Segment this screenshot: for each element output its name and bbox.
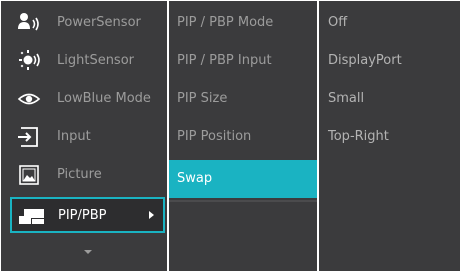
sub-item-pip-pbp-input[interactable]: PIP / PBP Input — [169, 42, 317, 80]
option-value-pip-size: Small — [319, 80, 460, 118]
option-label: Top-Right — [328, 129, 389, 144]
power-sensor-icon — [18, 13, 39, 31]
sub-item-pip-pbp-mode[interactable]: PIP / PBP Mode — [169, 4, 317, 42]
sub-item-label: PIP Position — [177, 129, 252, 144]
sub-item-label: PIP / PBP Mode — [177, 15, 274, 30]
option-value-pip-pbp-input: DisplayPort — [319, 42, 460, 80]
option-label: Off — [328, 15, 348, 30]
option-value-pip-pbp-mode: Off — [319, 4, 460, 42]
menu-item-label: Input — [57, 129, 91, 144]
sub-item-label: Swap — [177, 171, 213, 186]
input-icon — [18, 127, 38, 147]
picture-icon — [19, 165, 39, 185]
eye-icon — [17, 93, 41, 105]
sub-item-pip-size[interactable]: PIP Size — [169, 80, 317, 118]
sub-item-swap[interactable]: Swap — [169, 160, 317, 198]
sub-menu: PIP / PBP Mode PIP / PBP Input PIP Size … — [169, 1, 317, 271]
sub-item-label: PIP / PBP Input — [177, 53, 272, 68]
menu-item-input[interactable]: Input — [1, 118, 167, 156]
osd-menu: PowerSensor LightSensor LowBlue Mode Inp… — [0, 0, 461, 276]
menu-item-label: PIP/PBP — [58, 208, 107, 223]
menu-item-label: LowBlue Mode — [57, 91, 151, 106]
option-label: DisplayPort — [328, 53, 402, 68]
menu-item-lightsensor[interactable]: LightSensor — [1, 42, 167, 80]
menu-item-powersensor[interactable]: PowerSensor — [1, 4, 167, 42]
main-menu: PowerSensor LightSensor LowBlue Mode Inp… — [1, 1, 167, 271]
divider — [169, 200, 317, 202]
sub-item-pip-position[interactable]: PIP Position — [169, 118, 317, 156]
pip-icon — [19, 209, 44, 224]
menu-item-picture[interactable]: Picture — [1, 156, 167, 194]
option-label: Small — [328, 91, 365, 106]
options-panel: Off DisplayPort Small Top-Right — [319, 1, 460, 271]
option-value-pip-position: Top-Right — [319, 118, 460, 156]
menu-item-pip-pbp[interactable]: PIP/PBP — [10, 197, 165, 233]
menu-item-lowblue-mode[interactable]: LowBlue Mode — [1, 80, 167, 118]
menu-item-label: LightSensor — [57, 53, 135, 68]
menu-item-label: PowerSensor — [57, 15, 141, 30]
light-sensor-icon — [19, 50, 40, 70]
sub-item-label: PIP Size — [177, 91, 228, 106]
chevron-right-icon — [149, 211, 154, 219]
chevron-down-icon[interactable] — [84, 250, 92, 254]
menu-item-label: Picture — [57, 167, 102, 182]
